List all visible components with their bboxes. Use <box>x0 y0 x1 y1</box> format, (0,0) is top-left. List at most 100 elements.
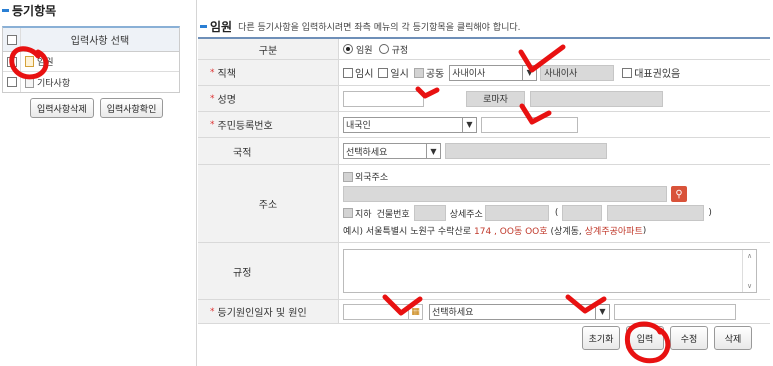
radio-rule[interactable] <box>378 44 389 54</box>
row-position: * 직책 임시 일시 공동 사내이사 ▼ 사내이사 대표권있음 <box>198 60 770 86</box>
cause-input[interactable] <box>614 303 736 320</box>
detail-address-field <box>484 205 549 221</box>
name-input[interactable] <box>343 90 424 107</box>
bullet-icon <box>2 9 9 12</box>
nationality-field <box>445 143 607 159</box>
nationality-label: 국적 <box>198 138 339 164</box>
chevron-up-icon: ∧ <box>746 252 753 260</box>
extra-address-field-2 <box>607 205 705 221</box>
roman-name-label: 로마자 <box>466 90 525 107</box>
form-title-text: 임원 <box>210 20 233 34</box>
temporary-label: 임시 <box>355 69 374 80</box>
position-readonly-field: 사내이사 <box>540 64 615 81</box>
item-checkbox[interactable] <box>6 77 17 87</box>
table-header: 입력사항 선택 <box>3 28 179 52</box>
item-select-table: 입력사항 선택 임원 기타사항 <box>2 26 180 93</box>
panel-divider <box>196 0 197 366</box>
chevron-down-icon[interactable]: ▼ <box>426 144 440 158</box>
chevron-down-icon: ∨ <box>746 282 753 290</box>
table-header-label: 입력사항 선택 <box>70 36 130 47</box>
officer-form: 구분 임원 규정 * 직책 임시 일시 공동 사내이사 ▼ 사내이사 대표권있음 *… <box>198 37 770 324</box>
required-mark: * <box>210 67 215 78</box>
joint-checkbox <box>413 67 424 78</box>
row-rrn: * 주민등록번호 내국인 ▼ <box>198 112 770 138</box>
list-item[interactable]: 기타사항 <box>3 72 179 92</box>
joint-label: 공동 <box>425 69 445 80</box>
rule-textarea[interactable]: ∧ ∨ <box>343 249 757 293</box>
radio-officer[interactable] <box>343 44 353 54</box>
foreign-address-label: 외국주소 <box>355 173 389 183</box>
row-cause: * 등기원인일자 및 원인 ▦ 선택하세요 ▼ <box>198 300 770 324</box>
select-all-checkbox[interactable] <box>6 34 17 45</box>
extra-address-field-1 <box>562 205 603 221</box>
item-checkbox[interactable] <box>6 56 17 67</box>
section-title: 등기항목 <box>2 2 56 19</box>
form-title: 임원 다른 등기사항을 입력하시려면 좌측 메뉴의 각 등기항목을 클릭해야 합… <box>200 18 521 35</box>
cause-label: * 등기원인일자 및 원인 <box>198 300 339 323</box>
radio-officer-label: 임원 <box>356 45 373 56</box>
example-end: ) <box>642 225 647 236</box>
chevron-down-icon[interactable]: ▼ <box>462 117 476 132</box>
chevron-down-icon[interactable]: ▼ <box>522 65 536 80</box>
confirm-entry-button[interactable]: 입력사항확인 <box>99 98 164 118</box>
roman-name-field <box>530 90 663 107</box>
division-label: 구분 <box>198 39 339 59</box>
paren-close: ) <box>708 208 712 218</box>
row-nationality: 국적 선택하세요 ▼ <box>198 138 770 165</box>
basement-checkbox[interactable] <box>343 208 353 218</box>
interim-label: 일시 <box>390 69 409 80</box>
representative-label: 대표권있음 <box>634 69 681 80</box>
bullet-icon <box>200 25 207 28</box>
address-field <box>343 186 667 202</box>
textarea-scrollbar[interactable]: ∧ ∨ <box>742 250 756 292</box>
required-mark: * <box>210 119 215 130</box>
document-icon <box>25 76 34 88</box>
section-title-text: 등기항목 <box>12 4 57 18</box>
paren-open: ( <box>554 208 559 218</box>
search-icon[interactable]: ⚲ <box>671 186 687 202</box>
temporary-checkbox[interactable] <box>343 67 353 78</box>
rrn-label: * 주민등록번호 <box>198 112 339 137</box>
calendar-icon[interactable]: ▦ <box>409 303 423 320</box>
example-red-1: 174 , OO동 OO호 <box>474 227 548 237</box>
nationality-select[interactable]: 선택하세요 ▼ <box>343 143 441 159</box>
foreign-address-checkbox[interactable] <box>343 171 353 182</box>
example-mid: (상계동, <box>550 227 582 237</box>
representative-checkbox[interactable] <box>622 67 633 78</box>
detail-address-label: 상세주소 <box>449 209 483 220</box>
delete-entry-button[interactable]: 입력사항삭제 <box>30 98 94 118</box>
building-number-label: 건물번호 <box>376 209 410 220</box>
rrn-input[interactable] <box>481 116 578 133</box>
form-description: 다른 등기사항을 입력하시려면 좌측 메뉴의 각 등기항목을 클릭해야 합니다. <box>238 23 521 33</box>
list-item-label[interactable]: 임원 <box>37 55 54 68</box>
left-panel: 등기항목 입력사항 선택 임원 기타사항 입력사항삭제 입력사항확인 <box>0 0 190 366</box>
row-rule: 규정 ∧ ∨ <box>198 243 770 300</box>
example-red-2: 상계주공아파트 <box>584 227 643 237</box>
rule-label: 규정 <box>198 243 339 299</box>
cause-date-input[interactable] <box>343 303 409 320</box>
position-label: * 직책 <box>198 60 339 85</box>
row-division: 구분 임원 규정 <box>198 39 770 60</box>
main-panel: 임원 다른 등기사항을 입력하시려면 좌측 메뉴의 각 등기항목을 클릭해야 합… <box>198 0 773 366</box>
list-item-label[interactable]: 기타사항 <box>37 76 70 89</box>
required-mark: * <box>210 306 215 317</box>
position-select[interactable]: 사내이사 ▼ <box>449 64 538 81</box>
document-edit-icon <box>25 56 34 67</box>
reset-button[interactable]: 초기화 <box>582 326 620 350</box>
row-address: 주소 외국주소 ⚲ 지하 건물번호 상세주소 () 예시) 서울특별시 노원구… <box>198 165 770 243</box>
chevron-down-icon[interactable]: ▼ <box>595 304 609 319</box>
cause-select[interactable]: 선택하세요 ▼ <box>429 303 610 320</box>
resident-type-select[interactable]: 내국인 ▼ <box>343 116 477 133</box>
address-label: 주소 <box>198 165 339 242</box>
basement-label: 지하 <box>355 209 372 220</box>
input-button[interactable]: 입력 <box>626 326 664 350</box>
list-item[interactable]: 임원 <box>3 52 179 72</box>
edit-button[interactable]: 수정 <box>670 326 708 350</box>
row-name: * 성명 로마자 <box>198 86 770 112</box>
radio-rule-label: 규정 <box>391 45 409 56</box>
building-number-field <box>413 205 446 221</box>
name-label: * 성명 <box>198 86 339 111</box>
delete-button[interactable]: 삭제 <box>714 326 752 350</box>
required-mark: * <box>210 93 215 104</box>
interim-checkbox[interactable] <box>378 67 389 78</box>
